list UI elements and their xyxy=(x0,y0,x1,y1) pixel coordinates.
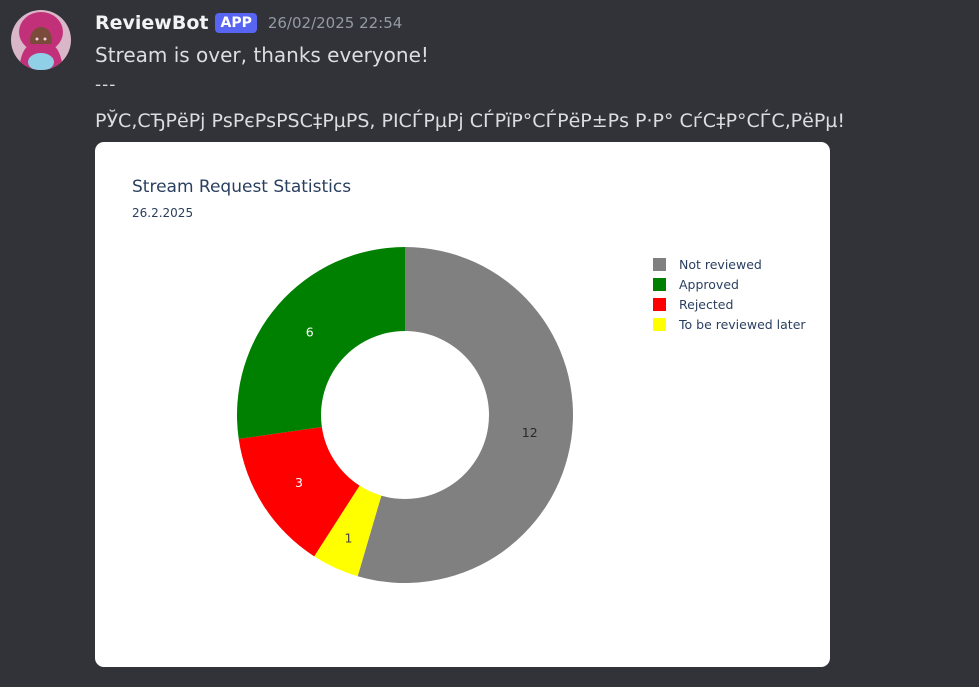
chat-message: ReviewBot APP 26/02/2025 22:54 Stream is… xyxy=(0,0,979,687)
donut-slice-label: 3 xyxy=(295,475,303,490)
message-timestamp[interactable]: 26/02/2025 22:54 xyxy=(268,14,402,32)
donut-slice-label: 12 xyxy=(522,425,538,440)
legend-label: Approved xyxy=(679,276,739,292)
app-badge: APP xyxy=(215,13,257,33)
legend-label: Not reviewed xyxy=(679,256,762,272)
donut-slice-approved[interactable] xyxy=(237,247,405,439)
legend-label: To be reviewed later xyxy=(679,316,806,332)
legend-item[interactable]: Approved xyxy=(653,274,806,294)
donut-slice-label: 6 xyxy=(306,324,314,339)
message-text-separator: --- xyxy=(95,75,117,95)
message-text-line: РЎС‚СЂРёРј РѕРєРѕРЅС‡РµРЅ, РІСЃРµРј СЃРї… xyxy=(95,110,845,132)
chart-legend: Not reviewed Approved Rejected To be review… xyxy=(653,254,806,334)
legend-item[interactable]: Rejected xyxy=(653,294,806,314)
legend-item[interactable]: To be reviewed later xyxy=(653,314,806,334)
legend-label: Rejected xyxy=(679,296,734,312)
message-header: ReviewBot APP 26/02/2025 22:54 xyxy=(95,10,402,36)
donut-slice-label: 1 xyxy=(345,531,353,546)
donut-chart: 12 1 3 6 xyxy=(237,247,573,583)
legend-item[interactable]: Not reviewed xyxy=(653,254,806,274)
legend-swatch xyxy=(653,257,666,271)
legend-swatch xyxy=(653,317,666,331)
legend-swatch xyxy=(653,297,666,311)
chart-subtitle: 26.2.2025 xyxy=(132,206,194,220)
avatar-image xyxy=(11,10,71,70)
legend-swatch xyxy=(653,277,666,291)
avatar[interactable] xyxy=(11,10,71,70)
chart-title: Stream Request Statistics xyxy=(132,177,352,197)
username[interactable]: ReviewBot xyxy=(95,12,208,34)
message-text-line: Stream is over, thanks everyone! xyxy=(95,43,429,67)
chart-image-embed[interactable]: Stream Request Statistics 26.2.2025 12 1 3… xyxy=(95,142,830,667)
